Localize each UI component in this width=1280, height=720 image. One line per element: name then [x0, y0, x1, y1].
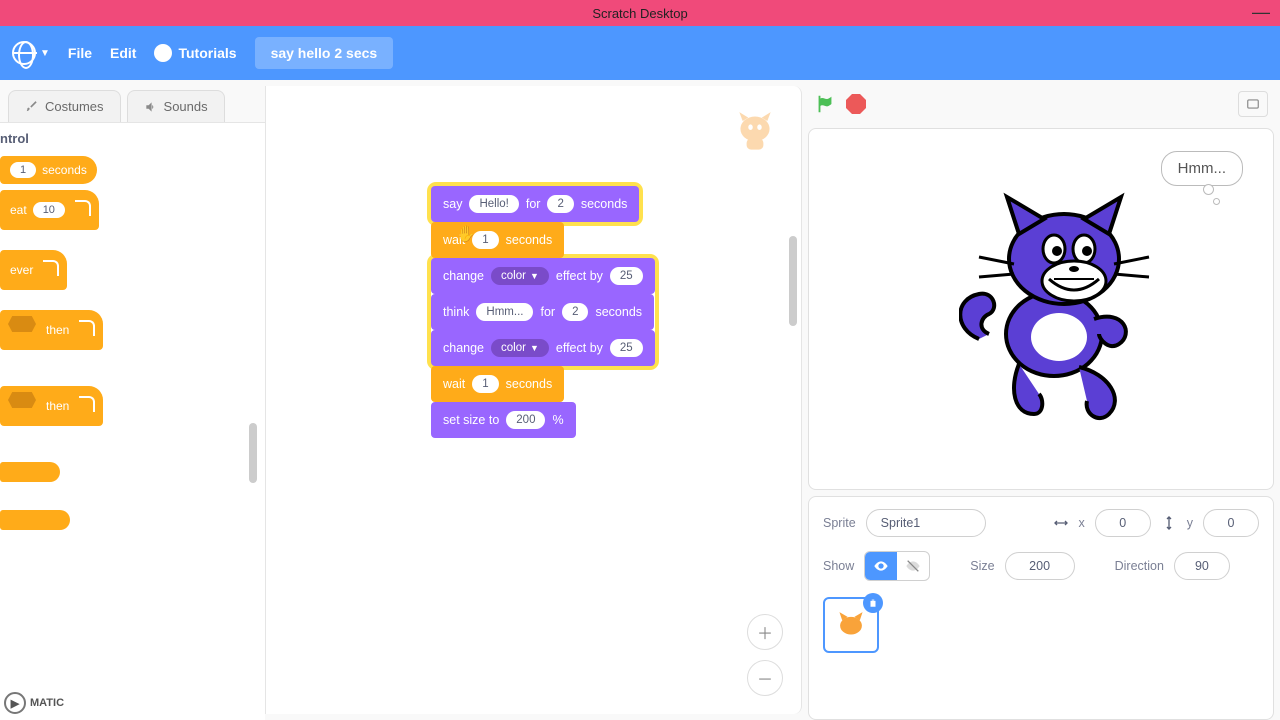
grab-cursor-icon: ✋ [456, 224, 476, 244]
size-input[interactable]: 200 [506, 411, 545, 429]
cat-thumb-icon [834, 608, 868, 642]
menubar: ▼ File Edit Tutorials say hello 2 secs [0, 26, 1280, 80]
block-palette[interactable]: ntrol 1 seconds eat 10 ever then [0, 122, 265, 720]
menu-edit[interactable]: Edit [110, 45, 136, 61]
think-secs-input[interactable]: 2 [562, 303, 588, 321]
wait1-input[interactable]: 1 [472, 231, 498, 249]
visibility-toggle [864, 551, 930, 581]
tab-sounds[interactable]: Sounds [127, 90, 225, 122]
hide-button[interactable] [897, 552, 929, 580]
screen-icon [1246, 97, 1260, 111]
stage-canvas[interactable]: Hmm... [808, 128, 1274, 490]
block-set-size[interactable]: set size to 200 % [431, 402, 576, 438]
effect2-val-input[interactable]: 25 [610, 339, 643, 357]
eye-icon [873, 558, 889, 574]
project-name-input[interactable]: say hello 2 secs [255, 37, 394, 69]
palette-block-if-then-2[interactable]: then [0, 386, 103, 426]
effect-dropdown-2[interactable]: color▼ [491, 339, 549, 357]
y-input[interactable]: 0 [1203, 509, 1259, 537]
delete-sprite-button[interactable] [863, 593, 883, 613]
workspace-scrollbar[interactable] [789, 236, 797, 326]
tutorials-label: Tutorials [178, 45, 236, 61]
direction-label: Direction [1115, 559, 1164, 573]
tab-costumes[interactable]: Costumes [8, 90, 121, 122]
sprite-name-label: Sprite [823, 516, 856, 530]
size-label: Size [970, 559, 994, 573]
stage-header [808, 86, 1274, 122]
zoom-in-button[interactable]: ＋ [747, 614, 783, 650]
sprite-cat[interactable] [959, 189, 1159, 429]
effect-dropdown-1[interactable]: color▼ [491, 267, 549, 285]
size-input-field[interactable]: 200 [1005, 552, 1075, 580]
block-think-for-secs[interactable]: think Hmm... for 2 seconds [431, 294, 654, 330]
menu-file[interactable]: File [68, 45, 92, 61]
zoom-controls: ＋ － [747, 614, 783, 696]
sprite-list [823, 597, 1259, 653]
block-wait-2[interactable]: wait 1 seconds [431, 366, 564, 402]
brush-icon [25, 100, 39, 114]
eye-off-icon [905, 558, 921, 574]
menu-tutorials[interactable]: Tutorials [154, 44, 236, 62]
sound-icon [144, 100, 158, 114]
effect1-val-input[interactable]: 25 [610, 267, 643, 285]
stage-size-toggle[interactable] [1238, 91, 1268, 117]
category-control-label: ntrol [0, 123, 265, 150]
right-column: Hmm... [802, 80, 1280, 720]
direction-input[interactable]: 90 [1174, 552, 1230, 580]
palette-scrollbar[interactable] [249, 423, 257, 483]
sprite-watermark-icon [727, 102, 783, 158]
say-secs-input[interactable]: 2 [547, 195, 573, 213]
chevron-down-icon: ▼ [530, 271, 539, 281]
show-button[interactable] [865, 552, 897, 580]
think-text-input[interactable]: Hmm... [476, 303, 533, 321]
block-change-effect-2[interactable]: change color▼ effect by 25 [431, 330, 655, 366]
show-label: Show [823, 559, 854, 573]
language-menu[interactable]: ▼ [12, 41, 50, 65]
trash-icon [868, 598, 878, 608]
block-wait-1[interactable]: wait 1 seconds [431, 222, 564, 258]
green-flag-button[interactable] [814, 93, 836, 115]
editor-tabs: Costumes Sounds [0, 80, 265, 122]
lightbulb-icon [154, 44, 172, 62]
sprite-name-input[interactable] [866, 509, 986, 537]
y-arrows-icon [1161, 515, 1177, 531]
palette-block-misc2[interactable] [0, 510, 70, 530]
block-change-effect-1[interactable]: change color▼ effect by 25 [431, 258, 655, 294]
x-label: x [1079, 516, 1085, 530]
think-bubble: Hmm... [1161, 151, 1243, 186]
window-titlebar: Scratch Desktop — [0, 0, 1280, 26]
globe-icon [12, 41, 36, 65]
sprite-thumbnail[interactable] [823, 597, 879, 653]
palette-block-forever[interactable]: ever [0, 250, 67, 290]
palette-block-repeat[interactable]: eat 10 [0, 190, 99, 230]
recorder-icon: ▶ [4, 692, 26, 714]
zoom-out-button[interactable]: － [747, 660, 783, 696]
say-text-input[interactable]: Hello! [469, 195, 518, 213]
stop-button[interactable] [846, 94, 866, 114]
left-column: Costumes Sounds ntrol 1 seconds eat 10 [0, 80, 265, 720]
y-label: y [1187, 516, 1193, 530]
sprite-info-pane: Sprite x 0 y 0 Show [808, 496, 1274, 720]
script-workspace[interactable]: say Hello! for 2 seconds wait 1 seconds … [265, 86, 802, 714]
recorder-watermark: ▶ MATIC [4, 692, 64, 714]
window-title: Scratch Desktop [592, 6, 687, 21]
x-input[interactable]: 0 [1095, 509, 1151, 537]
wait2-input[interactable]: 1 [472, 375, 498, 393]
palette-block-if-then-1[interactable]: then [0, 310, 103, 350]
palette-block-misc[interactable] [0, 462, 60, 482]
xy-arrows-icon [1053, 515, 1069, 531]
palette-block-wait[interactable]: 1 seconds [0, 156, 97, 184]
block-say-for-secs[interactable]: say Hello! for 2 seconds [431, 186, 639, 222]
chevron-down-icon: ▼ [40, 48, 50, 59]
chevron-down-icon: ▼ [530, 343, 539, 353]
window-minimize-button[interactable]: — [1252, 2, 1270, 23]
